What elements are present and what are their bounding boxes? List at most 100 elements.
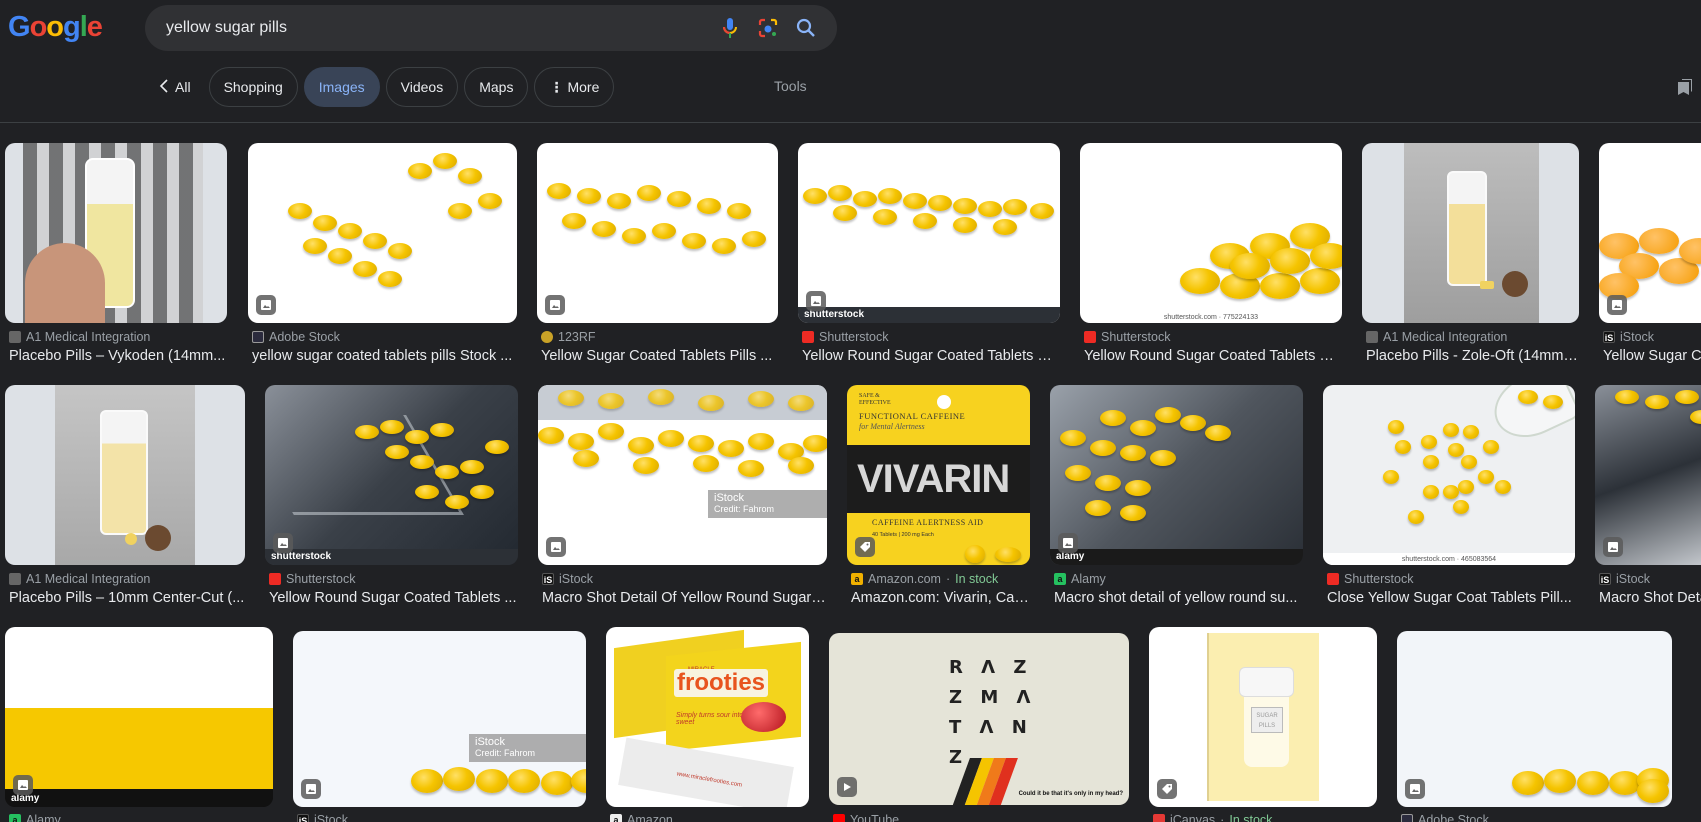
result-thumbnail[interactable]: shutterstock <box>798 143 1060 323</box>
tab-more[interactable]: ⋮ More <box>534 67 615 107</box>
result-source[interactable]: YouTube <box>833 813 899 822</box>
tools-button[interactable]: Tools <box>774 78 807 94</box>
tab-maps[interactable]: Maps <box>464 67 529 107</box>
result-thumbnail[interactable] <box>5 143 227 323</box>
result-source[interactable]: A1 Medical Integration <box>9 572 150 586</box>
image-result[interactable]: alamy a Alamy <box>5 627 273 822</box>
shopping-result[interactable]: SUGAR PILLS iCanvas · In stock <box>1149 627 1377 822</box>
result-title[interactable]: Placebo Pills – 10mm Center-Cut (... <box>9 590 245 606</box>
image-result[interactable]: iStock Credit: Fahrom iS iStock <box>293 627 586 822</box>
result-thumbnail[interactable] <box>1397 631 1672 807</box>
result-source[interactable]: Adobe Stock <box>1401 813 1489 822</box>
shopping-result[interactable]: SAFE & EFFECTIVE FUNCTIONAL CAFFEINE for… <box>847 385 1030 610</box>
google-logo[interactable]: Google <box>8 8 103 46</box>
result-title[interactable]: Yellow Round Sugar Coated Tablets ... <box>269 590 518 606</box>
shopping-result[interactable]: MIRACLE frooties Simply turns sour into … <box>606 627 809 822</box>
image-result[interactable]: Adobe Stock yellow sugar coated tablets … <box>248 143 517 368</box>
microphone-icon[interactable] <box>711 5 749 51</box>
search-icon[interactable] <box>787 5 825 51</box>
result-thumbnail[interactable]: alamy <box>5 627 273 807</box>
image-result[interactable]: A1 Medical Integration Placebo Pills - Z… <box>1362 143 1579 368</box>
result-source[interactable]: iS iStock <box>542 572 593 586</box>
image-result[interactable]: alamy a Alamy Macro shot detail of yellow… <box>1050 385 1303 610</box>
result-source[interactable]: Shutterstock <box>269 572 355 586</box>
result-thumbnail[interactable]: shutterstock.com · 775224133 <box>1080 143 1342 323</box>
result-title[interactable]: Yellow Sugar Co <box>1603 348 1701 364</box>
result-title[interactable]: yellow sugar coated tablets pills Stock … <box>252 348 517 364</box>
result-source[interactable]: iS iStock <box>1599 572 1650 586</box>
search-input[interactable] <box>166 19 711 37</box>
source-name: iStock <box>1620 330 1655 344</box>
result-source[interactable]: a Alamy <box>1054 572 1106 586</box>
tab-shopping[interactable]: Shopping <box>208 67 298 107</box>
tab-videos[interactable]: Videos <box>385 67 459 107</box>
image-icon <box>1058 533 1078 553</box>
result-thumbnail[interactable]: shutterstock.com · 465083564 <box>1323 385 1575 565</box>
result-source[interactable]: Adobe Stock <box>252 330 340 344</box>
result-title[interactable]: Macro shot detail of yellow round su... <box>1054 590 1303 606</box>
result-thumbnail[interactable] <box>537 143 778 323</box>
result-title[interactable]: Yellow Round Sugar Coated Tablets Pi... <box>802 348 1060 364</box>
result-title[interactable]: Amazon.com: Vivarin, Caf... <box>851 590 1030 606</box>
tab-all[interactable]: All <box>155 67 203 107</box>
result-source[interactable]: 123RF <box>541 330 596 344</box>
result-source[interactable]: A1 Medical Integration <box>1366 330 1507 344</box>
image-result[interactable]: shutterstock Shutterstock Yellow Round S… <box>265 385 518 610</box>
source-name: Shutterstock <box>819 330 889 344</box>
image-result[interactable]: iStock Credit: Fahrom iS iStock Macro Shot… <box>538 385 827 610</box>
image-result[interactable]: shutterstock Shutterstock Yellow Round S… <box>798 143 1060 368</box>
result-thumbnail[interactable]: R Λ Z Z M Λ T Λ N Z Could it be that it'… <box>829 633 1129 805</box>
result-thumbnail[interactable] <box>248 143 517 323</box>
source-name: A1 Medical Integration <box>26 330 151 344</box>
result-source[interactable]: Shutterstock <box>1084 330 1170 344</box>
overlay-title: iStock <box>714 492 744 504</box>
image-result[interactable]: Adobe Stock <box>1397 627 1672 822</box>
lens-camera-icon[interactable] <box>749 5 787 51</box>
result-thumbnail[interactable] <box>1599 143 1701 323</box>
image-result[interactable]: A1 Medical Integration Placebo Pills – V… <box>5 143 227 368</box>
result-thumbnail[interactable] <box>5 385 245 565</box>
result-thumbnail[interactable]: iStock Credit: Fahrom <box>538 385 827 565</box>
result-source[interactable]: iCanvas · In stock <box>1153 813 1272 822</box>
search-bar <box>145 5 837 51</box>
source-name: Adobe Stock <box>269 330 340 344</box>
image-result[interactable]: iS iStock Yellow Sugar Co <box>1599 143 1701 368</box>
result-thumbnail[interactable] <box>1362 143 1579 323</box>
result-title[interactable]: Placebo Pills - Zole-Oft (14mm ... <box>1366 348 1579 364</box>
saved-bookmarks-icon[interactable] <box>1676 78 1694 96</box>
result-source[interactable]: Shutterstock <box>802 330 888 344</box>
image-result[interactable]: shutterstock.com · 775224133 Shutterstoc… <box>1080 143 1342 368</box>
result-thumbnail[interactable]: shutterstock <box>265 385 518 565</box>
result-thumbnail[interactable]: MIRACLE frooties Simply turns sour into … <box>606 627 809 807</box>
result-title[interactable]: Yellow Sugar Coated Tablets Pills ... <box>541 348 778 364</box>
image-result[interactable]: 123RF Yellow Sugar Coated Tablets Pills … <box>537 143 778 368</box>
logo-letter: o <box>29 10 48 43</box>
a1-medical-favicon-icon <box>9 331 21 343</box>
result-source[interactable]: A1 Medical Integration <box>9 330 150 344</box>
video-result[interactable]: R Λ Z Z M Λ T Λ N Z Could it be that it'… <box>829 627 1129 822</box>
result-thumbnail[interactable]: alamy <box>1050 385 1303 565</box>
source-name: iStock <box>559 572 594 586</box>
result-title[interactable]: Close Yellow Sugar Coat Tablets Pill... <box>1327 590 1575 606</box>
result-source[interactable]: a Amazon.com · In stock <box>851 572 998 586</box>
image-result[interactable]: iS iStock Macro Shot Deta <box>1595 385 1701 610</box>
result-source[interactable]: a Alamy <box>9 813 61 822</box>
result-source[interactable]: a Amazon <box>610 813 673 822</box>
result-thumbnail[interactable]: SUGAR PILLS <box>1149 627 1377 807</box>
result-thumbnail[interactable] <box>1595 385 1701 565</box>
result-title[interactable]: Placebo Pills – Vykoden (14mm... <box>9 348 227 364</box>
result-source[interactable]: iS iStock <box>297 813 348 822</box>
alamy-favicon-icon: a <box>1054 573 1066 585</box>
tab-images[interactable]: Images <box>303 67 380 107</box>
result-source[interactable]: iS iStock <box>1603 330 1654 344</box>
result-thumbnail[interactable]: iStock Credit: Fahrom <box>293 631 586 807</box>
result-title[interactable]: Macro Shot Deta <box>1599 590 1701 606</box>
result-source[interactable]: Shutterstock <box>1327 572 1413 586</box>
image-result[interactable]: shutterstock.com · 465083564 Shutterstoc… <box>1323 385 1575 610</box>
adobe-stock-favicon-icon <box>1401 814 1413 822</box>
result-title[interactable]: Macro Shot Detail Of Yellow Round Sugar … <box>542 590 827 606</box>
result-title[interactable]: Yellow Round Sugar Coated Tablets Pi... <box>1084 348 1342 364</box>
image-result[interactable]: A1 Medical Integration Placebo Pills – 1… <box>5 385 245 610</box>
result-thumbnail[interactable]: SAFE & EFFECTIVE FUNCTIONAL CAFFEINE for… <box>847 385 1030 565</box>
shutterstock-favicon-icon <box>269 573 281 585</box>
